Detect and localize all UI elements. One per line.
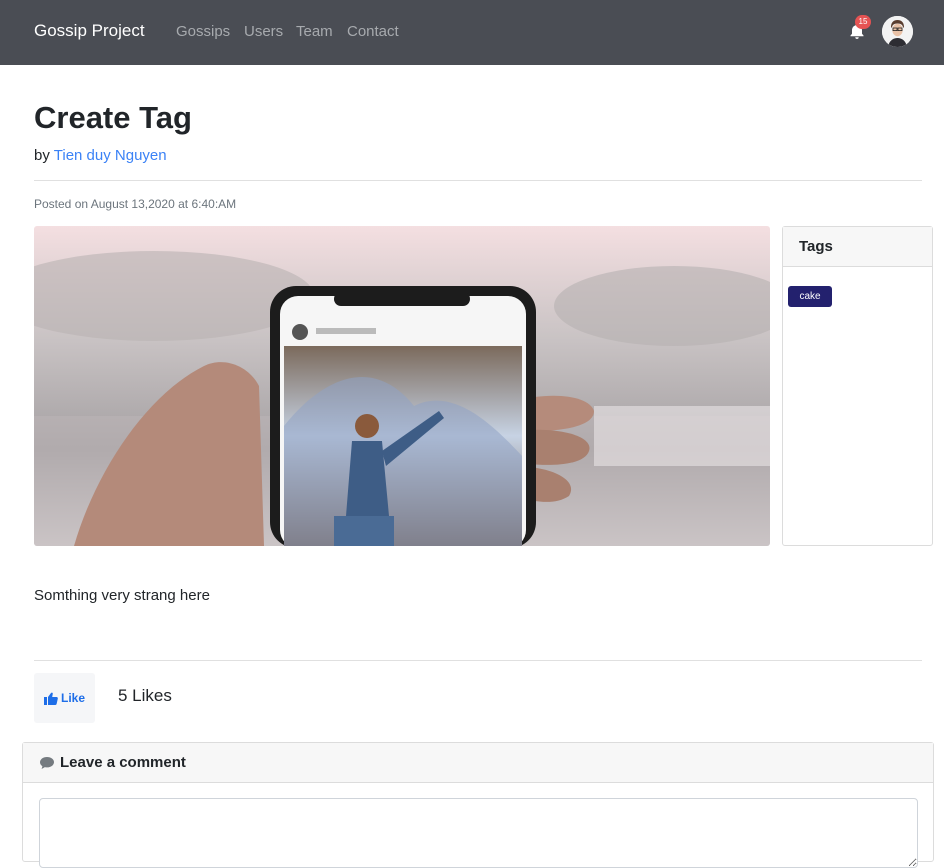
nav-link-contact[interactable]: Contact [347, 23, 399, 40]
tags-header: Tags [783, 227, 932, 267]
byline: by Tien duy Nguyen [34, 147, 167, 164]
byline-prefix: by [34, 147, 50, 164]
divider [34, 660, 922, 661]
page-title: Create Tag [34, 100, 192, 135]
thumbs-up-icon [43, 692, 58, 705]
navbar: Gossip Project Gossips Users Team Contac… [0, 0, 944, 65]
post-image [34, 226, 770, 546]
comment-card: Leave a comment [22, 742, 934, 868]
tags-card: Tags cake [782, 226, 933, 546]
nav-link-users[interactable]: Users [244, 23, 283, 40]
like-button[interactable]: Like [34, 673, 95, 723]
nav-link-team[interactable]: Team [296, 23, 333, 40]
comment-header: Leave a comment [23, 743, 933, 783]
nav-link-gossips[interactable]: Gossips [176, 23, 230, 40]
comment-input[interactable] [39, 798, 918, 868]
brand-link[interactable]: Gossip Project [34, 21, 145, 41]
post-body: Somthing very strang here [34, 587, 210, 604]
notification-badge: 15 [855, 15, 871, 29]
divider [34, 180, 922, 181]
user-avatar[interactable] [882, 16, 913, 47]
like-label: Like [60, 691, 85, 705]
author-link[interactable]: Tien duy Nguyen [54, 147, 167, 164]
comment-title: Leave a comment [60, 754, 186, 771]
posted-date: Posted on August 13,2020 at 6:40:AM [34, 197, 237, 211]
comment-icon [40, 756, 54, 769]
likes-count: 5 Likes [118, 686, 172, 705]
tag-badge[interactable]: cake [788, 286, 832, 307]
